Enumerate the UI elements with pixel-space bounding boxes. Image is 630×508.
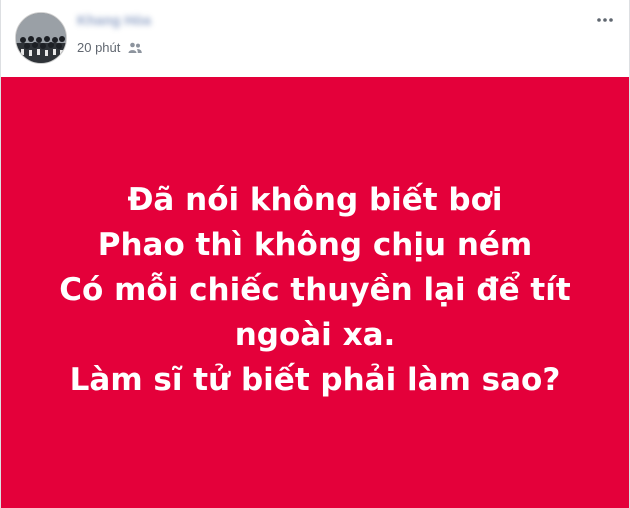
status-text: Đã nói không biết bơi Phao thì không chị…: [59, 178, 570, 403]
avatar[interactable]: [15, 12, 67, 64]
post-meta: 20 phút: [77, 40, 143, 55]
status-text-line: ngoài xa.: [234, 317, 396, 353]
post-timestamp[interactable]: 20 phút: [77, 40, 120, 55]
status-background-card: Đã nói không biết bơi Phao thì không chị…: [1, 77, 629, 508]
status-text-line: Làm sĩ tử biết phải làm sao?: [69, 362, 561, 398]
author-name[interactable]: Khang Hòa: [77, 12, 151, 28]
more-options-icon: [597, 18, 613, 22]
friends-icon-glyph: [128, 42, 143, 53]
avatar-image: [16, 13, 66, 63]
post-header: Khang Hòa 20 phút: [1, 0, 629, 77]
status-text-line: Đã nói không biết bơi: [127, 182, 503, 218]
friends-icon[interactable]: [128, 42, 143, 54]
more-options-button[interactable]: [593, 8, 617, 32]
status-text-line: Có mỗi chiếc thuyền lại để tít: [59, 272, 571, 308]
status-text-line: Phao thì không chịu ném: [97, 227, 533, 263]
feed-post: Khang Hòa 20 phút Đã nói không biết bơi: [0, 0, 630, 508]
